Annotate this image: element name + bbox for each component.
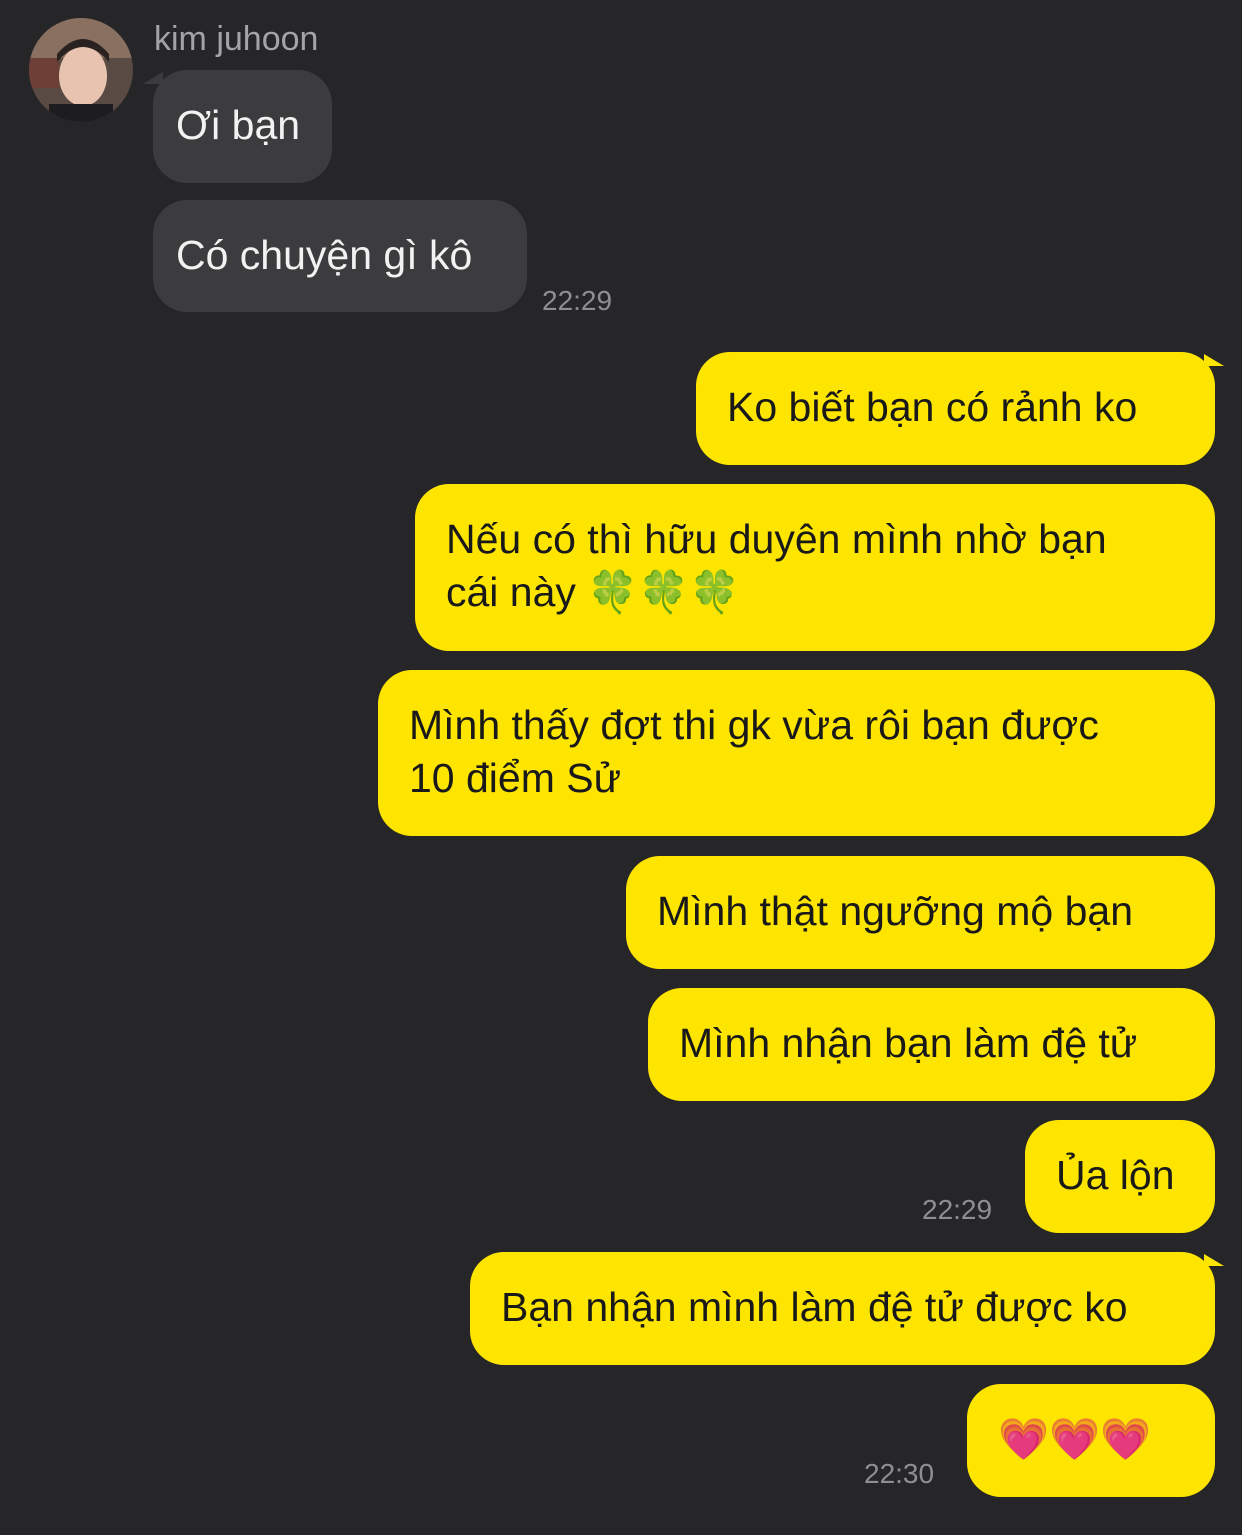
outgoing-message[interactable]: Bạn nhận mình làm đệ tử được ko <box>470 1252 1215 1365</box>
message-text: Mình thật ngưỡng mộ bạn <box>657 888 1134 934</box>
message-text: Ủa lộn <box>1056 1152 1175 1198</box>
outgoing-message[interactable]: Ủa lộn <box>1025 1120 1215 1233</box>
outgoing-message[interactable]: Nếu có thì hữu duyên mình nhờ bạn cái nà… <box>415 484 1215 651</box>
message-text: Bạn nhận mình làm đệ tử được ko <box>501 1284 1128 1330</box>
sender-name: kim juhoon <box>154 20 319 58</box>
incoming-message[interactable]: Ơi bạn <box>153 70 332 183</box>
message-timestamp: 22:29 <box>542 285 613 316</box>
message-text: Có chuyện gì kô <box>176 232 473 278</box>
message-timestamp: 22:30 <box>864 1458 935 1489</box>
message-text-line: Mình thấy đợt thi gk vừa rôi bạn được <box>409 702 1099 748</box>
incoming-message[interactable]: Có chuyện gì kô <box>153 200 527 312</box>
message-timestamp: 22:29 <box>922 1194 993 1225</box>
avatar-image <box>29 18 133 122</box>
message-text-line: cái này 🍀🍀🍀 <box>446 569 741 615</box>
outgoing-message[interactable]: Mình nhận bạn làm đệ tử <box>648 988 1215 1101</box>
avatar[interactable] <box>29 18 133 122</box>
message-text-line: 10 điểm Sử <box>409 755 622 801</box>
message-text: Ko biết bạn có rảnh ko <box>727 384 1138 430</box>
outgoing-message[interactable]: 💗💗💗 <box>967 1384 1215 1497</box>
outgoing-message[interactable]: Ko biết bạn có rảnh ko <box>696 352 1215 465</box>
message-text-line: Nếu có thì hữu duyên mình nhờ bạn <box>446 516 1107 562</box>
outgoing-message[interactable]: Mình thật ngưỡng mộ bạn <box>626 856 1215 969</box>
message-text: Ơi bạn <box>176 102 301 148</box>
outgoing-message[interactable]: Mình thấy đợt thi gk vừa rôi bạn được 10… <box>378 670 1215 836</box>
message-text: 💗💗💗 <box>998 1416 1152 1462</box>
message-text: Mình nhận bạn làm đệ tử <box>679 1020 1138 1066</box>
